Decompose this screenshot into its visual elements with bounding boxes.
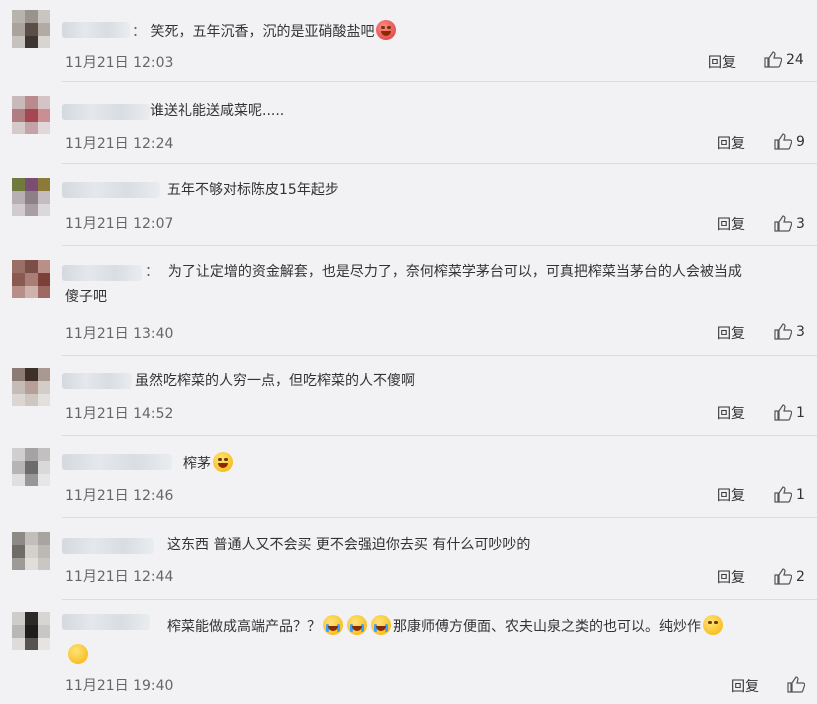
- comment-text: ： 为了让定增的资金解套，也是尽力了，奈何榨菜学茅台可以，可真把榨菜当茅台的人会…: [145, 264, 742, 280]
- thumbs-up-icon: [774, 404, 792, 421]
- reply-button[interactable]: 回复: [731, 676, 759, 696]
- reply-button[interactable]: 回复: [708, 52, 736, 72]
- comment-text: 榨茅: [183, 452, 235, 475]
- avatar[interactable]: [12, 260, 50, 298]
- comment-time: 11月21日 12:44: [65, 569, 174, 585]
- like-button[interactable]: [787, 676, 809, 693]
- username-blurred[interactable]: [62, 22, 130, 38]
- like-button[interactable]: 2: [774, 568, 805, 585]
- avatar[interactable]: [12, 10, 50, 48]
- comment-text-continued: 傻子吧: [65, 289, 107, 305]
- username-blurred[interactable]: [62, 538, 154, 554]
- comment-time: 11月21日 12:46: [65, 488, 174, 504]
- thumbs-up-icon: [774, 215, 792, 232]
- like-button[interactable]: 3: [774, 215, 805, 232]
- comment-item: ： 为了让定增的资金解套，也是尽力了，奈何榨菜学茅台可以，可真把榨菜当茅台的人会…: [0, 246, 817, 356]
- thumbs-up-icon: [787, 676, 805, 693]
- crying-laughing-emoji: [323, 615, 343, 635]
- like-button[interactable]: 1: [774, 486, 805, 503]
- angry-face-emoji: [376, 20, 397, 40]
- comment-text: 这东西 普通人又不会买 更不会强迫你去买 有什么可吵吵的: [167, 537, 531, 553]
- comment-time: 11月21日 12:03: [65, 55, 174, 71]
- avatar[interactable]: [12, 612, 50, 650]
- like-count: 24: [786, 52, 804, 68]
- like-button[interactable]: 3: [774, 323, 805, 340]
- reply-button[interactable]: 回复: [717, 567, 745, 587]
- comment-time: 11月21日 19:40: [65, 678, 174, 694]
- avatar[interactable]: [12, 448, 50, 486]
- like-count: 3: [796, 216, 805, 232]
- thumbs-up-icon: [774, 486, 792, 503]
- comment-item: 五年不够对标陈皮15年起步 11月21日 12:07 回复 3: [0, 164, 817, 246]
- username-blurred[interactable]: [62, 265, 142, 281]
- like-button[interactable]: 24: [764, 51, 804, 68]
- like-count: 2: [796, 569, 805, 585]
- avatar[interactable]: [12, 96, 50, 134]
- like-count: 3: [796, 324, 805, 340]
- comment-text: 榨菜能做成高端产品？？ 那康师傅方便面、农夫山泉之类的也可以。纯炒作: [167, 615, 725, 638]
- comment-item: 榨茅 11月21日 12:46 回复 1: [0, 436, 817, 518]
- laughing-face-emoji: [213, 452, 233, 472]
- comment-time: 11月21日 12:07: [65, 216, 174, 232]
- comment-text: 五年不够对标陈皮15年起步: [167, 182, 339, 198]
- avatar-badge-emoji: [68, 644, 88, 664]
- thumbs-up-icon: [774, 323, 792, 340]
- reply-button[interactable]: 回复: [717, 403, 745, 423]
- avatar[interactable]: [12, 178, 50, 216]
- comment-item: 榨菜能做成高端产品？？ 那康师傅方便面、农夫山泉之类的也可以。纯炒作 11月21日…: [0, 600, 817, 704]
- reply-button[interactable]: 回复: [717, 485, 745, 505]
- like-count: 9: [796, 134, 805, 150]
- reply-button[interactable]: 回复: [717, 214, 745, 234]
- comment-time: 11月21日 12:24: [65, 136, 174, 152]
- like-count: 1: [796, 487, 805, 503]
- comment-time: 11月21日 14:52: [65, 406, 174, 422]
- like-button[interactable]: 9: [774, 133, 805, 150]
- thumbs-up-icon: [774, 568, 792, 585]
- username-blurred[interactable]: [62, 373, 132, 389]
- comment-text: 谁送礼能送咸菜呢.....: [150, 103, 285, 119]
- like-button[interactable]: 1: [774, 404, 805, 421]
- username-blurred[interactable]: [62, 104, 150, 120]
- reply-button[interactable]: 回复: [717, 133, 745, 153]
- avatar[interactable]: [12, 368, 50, 406]
- comment-item: 这东西 普通人又不会买 更不会强迫你去买 有什么可吵吵的 11月21日 12:4…: [0, 518, 817, 600]
- like-count: 1: [796, 405, 805, 421]
- comment-text: ： 笑死，五年沉香，沉的是亚硝酸盐吧: [132, 20, 398, 43]
- comment-item: ： 笑死，五年沉香，沉的是亚硝酸盐吧 11月21日 12:03 回复 24: [0, 0, 817, 82]
- avatar[interactable]: [12, 532, 50, 570]
- comment-text: 虽然吃榨菜的人穷一点，但吃榨菜的人不傻啊: [135, 373, 415, 389]
- crying-laughing-emoji: [371, 615, 391, 635]
- thumbs-up-icon: [774, 133, 792, 150]
- username-blurred[interactable]: [62, 614, 150, 630]
- comment-time: 11月21日 13:40: [65, 326, 174, 342]
- crying-laughing-emoji: [347, 615, 367, 635]
- reply-button[interactable]: 回复: [717, 323, 745, 343]
- thumbs-up-icon: [764, 51, 782, 68]
- username-blurred[interactable]: [62, 454, 172, 470]
- username-blurred[interactable]: [62, 182, 160, 198]
- comment-item: 虽然吃榨菜的人穷一点，但吃榨菜的人不傻啊 11月21日 14:52 回复 1: [0, 356, 817, 436]
- comment-item: 谁送礼能送咸菜呢..... 11月21日 12:24 回复 9: [0, 82, 817, 164]
- shush-face-emoji: [703, 615, 723, 635]
